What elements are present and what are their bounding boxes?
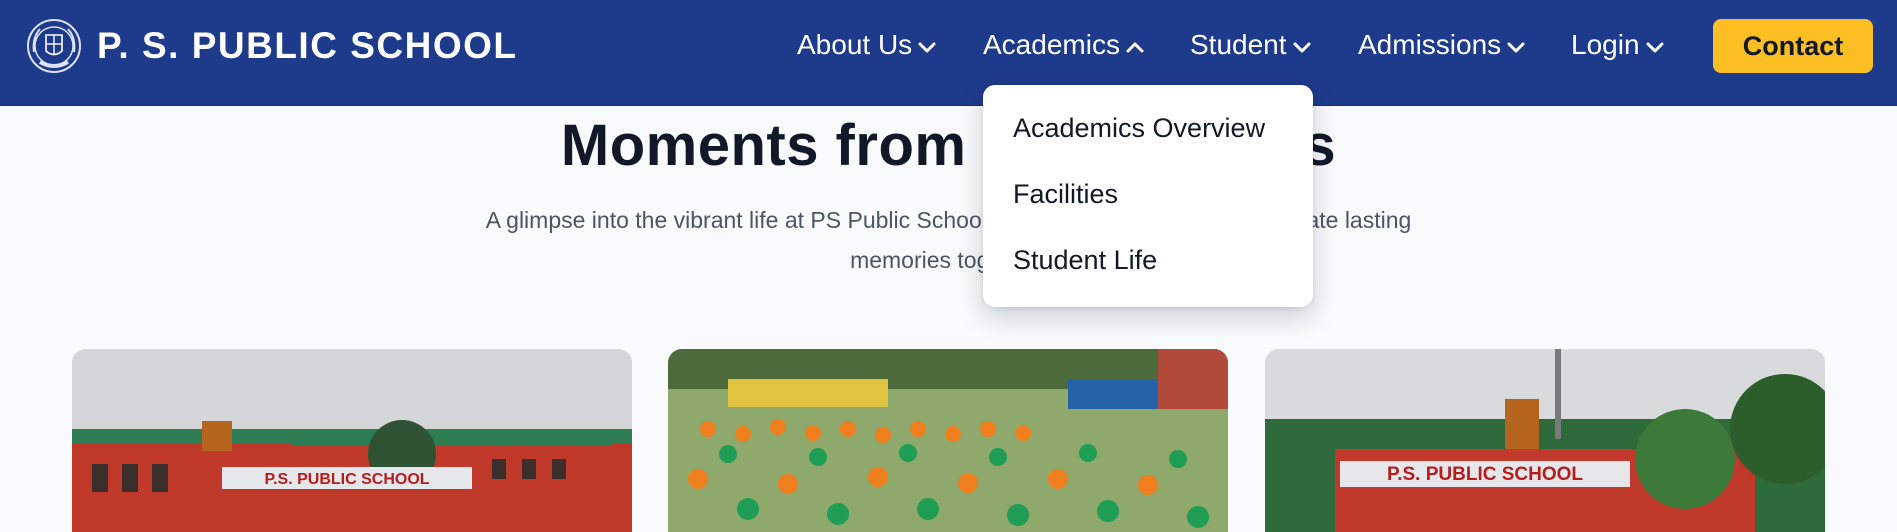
nav-student[interactable]: Student: [1190, 26, 1311, 64]
school-crest-icon: [27, 19, 81, 73]
nav-admissions[interactable]: Admissions: [1358, 26, 1525, 64]
nav-about-us[interactable]: About Us: [797, 26, 936, 64]
gallery-title: Moments from Our Campus: [560, 113, 1337, 178]
menu-item-student-life[interactable]: Student Life: [1013, 245, 1157, 276]
gallery-photo-assembly[interactable]: [668, 349, 1228, 532]
academics-dropdown-menu: Academics Overview Facilities Student Li…: [983, 85, 1313, 307]
school-building-photo: P.S. PUBLIC SCHOOL: [72, 349, 632, 532]
photo-sign-text: P.S. PUBLIC SCHOOL: [1387, 464, 1583, 485]
chevron-up-icon: [1126, 42, 1144, 52]
contact-button[interactable]: Contact: [1713, 19, 1873, 73]
school-entrance-photo: P.S. PUBLIC SCHOOL: [1265, 349, 1825, 532]
chevron-down-icon: [1507, 42, 1525, 52]
nav-admissions-label: Admissions: [1358, 29, 1502, 60]
school-name: P. S. PUBLIC SCHOOL: [97, 25, 518, 66]
nav-student-label: Student: [1190, 29, 1287, 60]
chevron-down-icon: [918, 42, 936, 52]
brand-link[interactable]: P. S. PUBLIC SCHOOL: [26, 16, 518, 76]
menu-item-academics-overview[interactable]: Academics Overview: [1013, 113, 1265, 144]
nav-login[interactable]: Login: [1571, 26, 1664, 64]
nav-about-us-label: About Us: [797, 29, 913, 60]
nav-login-label: Login: [1571, 29, 1640, 60]
top-navbar: P. S. PUBLIC SCHOOL About Us Academics S…: [0, 0, 1897, 106]
assembly-photo: [668, 349, 1228, 532]
gallery-photo-school-entrance[interactable]: P.S. PUBLIC SCHOOL: [1265, 349, 1825, 532]
chevron-down-icon: [1293, 42, 1311, 52]
nav-academics[interactable]: Academics: [983, 26, 1144, 64]
chevron-down-icon: [1646, 42, 1664, 52]
nav-academics-label: Academics: [983, 29, 1120, 60]
photo-sign-text: P.S. PUBLIC SCHOOL: [264, 471, 429, 488]
gallery-photo-school-building[interactable]: P.S. PUBLIC SCHOOL: [72, 349, 632, 532]
menu-item-facilities[interactable]: Facilities: [1013, 179, 1118, 210]
